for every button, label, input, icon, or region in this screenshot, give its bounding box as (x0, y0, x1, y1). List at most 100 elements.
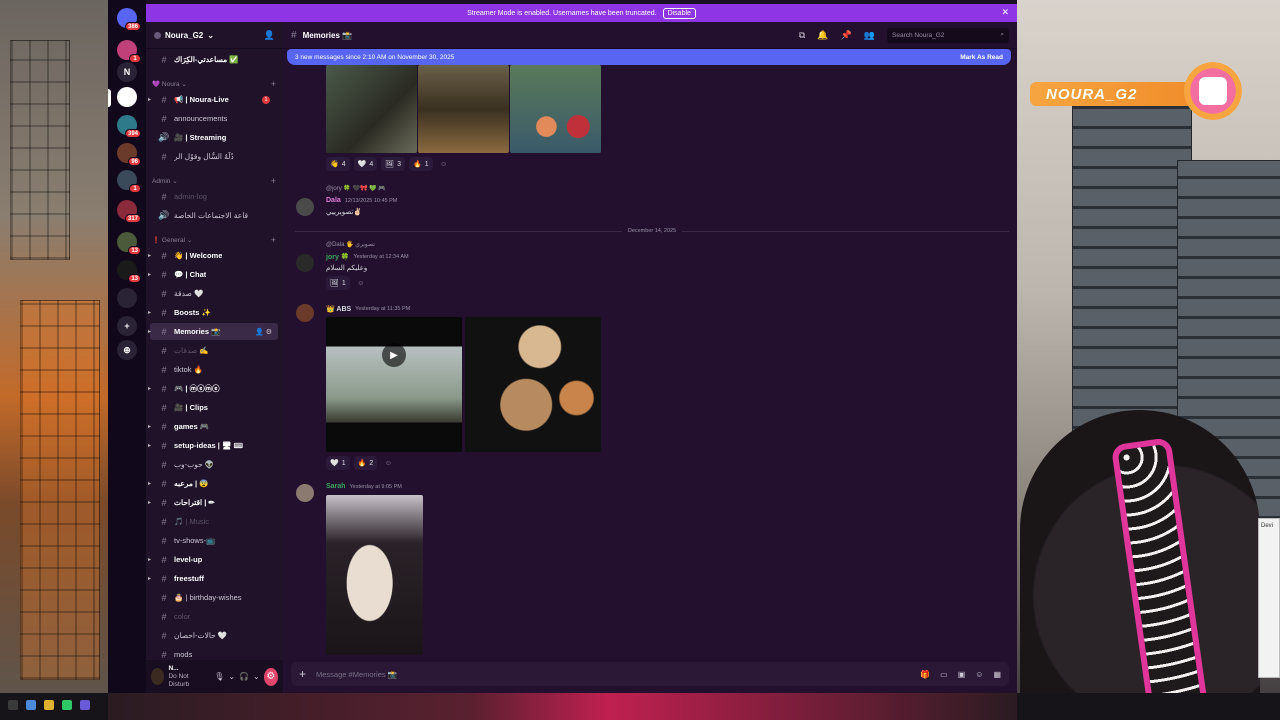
server-icon[interactable]: ⊕ (117, 340, 137, 360)
message-author[interactable]: jory 🍀 (326, 253, 350, 261)
pin-icon[interactable]: 📌 (841, 30, 852, 41)
channel-item[interactable]: # tiktok 🔥 (150, 361, 278, 378)
channel-item[interactable]: # 🎵 | Music (150, 513, 278, 530)
channel-item[interactable]: ▸ # games 🎮 (148, 418, 278, 435)
add-channel-icon[interactable]: + (271, 176, 276, 186)
reaction-chip[interactable]: 🤍 1 (326, 456, 350, 470)
search-input[interactable]: Search Noura_G2 ⌕ (887, 27, 1009, 43)
channel-item[interactable]: # مساعدتي-الكِرَاك ✅ (150, 51, 278, 68)
image-attachment[interactable] (510, 65, 601, 153)
expand-arrow-icon[interactable]: ▸ (148, 96, 151, 103)
server-icon[interactable]: 394 (117, 115, 141, 138)
expand-arrow-icon[interactable]: ▸ (148, 385, 151, 392)
channel-item[interactable]: # دُلَّهُ السُّال وقوُل الر (150, 148, 278, 165)
add-attachment-icon[interactable]: + (299, 667, 306, 681)
apps-icon[interactable]: ▦ (993, 670, 1001, 679)
server-icon[interactable]: 13 (117, 232, 141, 255)
reaction-chip[interactable]: 🔥 2 (353, 456, 378, 470)
reaction-chip[interactable]: 🖼 1 (326, 276, 350, 290)
message-author[interactable]: 👑 ABS (326, 305, 351, 313)
channel-settings-icon[interactable]: 👤 ⚙ (255, 328, 272, 336)
taskbar-icon[interactable] (62, 700, 72, 710)
channel-item[interactable]: 🔊 قاعة الاجتماعات الخاصة (150, 207, 278, 224)
expand-arrow-icon[interactable]: ▸ (148, 480, 151, 487)
expand-arrow-icon[interactable]: ▸ (148, 556, 151, 563)
channel-category[interactable]: Admin ⌄ + (152, 175, 276, 187)
emoji-icon[interactable]: ☺ (975, 670, 983, 679)
expand-arrow-icon[interactable]: ▸ (148, 499, 151, 506)
channel-item[interactable]: ▸ # Memories 📸 👤 ⚙ (148, 323, 278, 340)
gift-icon[interactable]: 🎁 (920, 670, 930, 679)
taskbar-icon[interactable] (26, 700, 36, 710)
expand-arrow-icon[interactable]: ▸ (148, 423, 151, 430)
channel-item[interactable]: # tv-shows-📺 (150, 532, 278, 549)
chevron-down-icon[interactable]: ⌄ (228, 672, 235, 681)
chevron-down-icon[interactable]: ⌄ (253, 672, 260, 681)
taskbar-icon[interactable] (8, 700, 18, 710)
reply-preview[interactable]: @jory 🍀 🖤🎀 💚 🎮 (326, 185, 386, 192)
server-icon[interactable]: + (117, 316, 137, 336)
guild-header[interactable]: Noura_G2 ⌄ 👤 (146, 22, 283, 49)
mark-as-read-button[interactable]: Mark As Read (960, 54, 1003, 61)
image-attachment[interactable] (326, 65, 417, 153)
channel-item[interactable]: ▸ # 🎮 | ⓜⓔⓜⓔ (148, 380, 278, 397)
new-messages-bar[interactable]: 3 new messages since 2:10 AM on November… (287, 49, 1011, 65)
message-input[interactable]: Message #Memories 📸 (316, 670, 397, 679)
add-reaction-icon[interactable]: ☺ (381, 456, 395, 470)
image-attachment[interactable] (326, 495, 423, 655)
channel-item[interactable]: ▸ # 📢 | Noura-Live 1 (148, 91, 278, 108)
add-channel-icon[interactable]: + (271, 79, 276, 89)
threads-icon[interactable]: ⧉ (799, 30, 805, 41)
bell-icon[interactable]: 🔔 (817, 30, 828, 41)
close-icon[interactable]: ✕ (1001, 7, 1009, 18)
channel-item[interactable]: # 🎥 | Clips (150, 399, 278, 416)
expand-arrow-icon[interactable]: ▸ (148, 442, 151, 449)
server-icon[interactable]: 96 (117, 143, 141, 166)
channel-item[interactable]: # 🎂 | birthday-wishes (150, 589, 278, 606)
reaction-chip[interactable]: 🔥 1 (409, 157, 433, 171)
server-icon[interactable] (117, 87, 137, 107)
play-icon[interactable]: ▶ (382, 343, 406, 367)
channel-item[interactable]: ▸ # مرعبه | 😨 (148, 475, 278, 492)
reaction-chip[interactable]: 🤍 4 (353, 157, 378, 171)
channel-item[interactable]: ▸ # 💬 | Chat (148, 266, 278, 283)
channel-item[interactable]: # صدقة 🤍 (150, 285, 278, 302)
add-reaction-icon[interactable]: ☺ (354, 276, 368, 290)
server-icon[interactable]: 317 (117, 200, 141, 223)
microphone-icon[interactable]: 🎙 (214, 672, 224, 681)
expand-arrow-icon[interactable]: ▸ (148, 309, 151, 316)
sticker-icon[interactable]: ▣ (958, 670, 966, 679)
image-attachment[interactable] (418, 65, 509, 153)
avatar[interactable] (151, 668, 165, 685)
reaction-chip[interactable]: 👋 4 (326, 157, 350, 171)
headphones-icon[interactable]: 🎧 (239, 672, 249, 681)
taskbar-icon[interactable] (80, 700, 90, 710)
channel-item[interactable]: 🔊 🎥 | Streaming (150, 129, 278, 146)
members-icon[interactable]: 👥 (864, 30, 875, 41)
channel-category[interactable]: ❗ General ⌄ + (152, 234, 276, 246)
avatar[interactable] (296, 254, 314, 272)
expand-arrow-icon[interactable]: ▸ (148, 328, 151, 335)
channel-item[interactable]: # admin-log (150, 188, 278, 205)
avatar[interactable] (296, 484, 314, 502)
channel-category[interactable]: 💜 Noura ⌄ + (152, 78, 276, 90)
server-icon[interactable]: 1 (117, 170, 141, 193)
channel-item[interactable]: ▸ # setup-ideas | 🖥 ⌨ (148, 437, 278, 454)
channel-item[interactable]: # حوب-وب 👽 (150, 456, 278, 473)
channel-item[interactable]: # color (150, 608, 278, 625)
channel-item[interactable]: ▸ # level-up (148, 551, 278, 568)
server-icon[interactable]: 1 (117, 40, 141, 63)
expand-arrow-icon[interactable]: ▸ (148, 271, 151, 278)
server-icon[interactable] (117, 288, 137, 308)
gif-icon[interactable]: ▭ (940, 670, 948, 679)
avatar[interactable] (296, 304, 314, 322)
message-author[interactable]: Dala (326, 197, 341, 204)
add-channel-icon[interactable]: + (271, 235, 276, 245)
server-icon[interactable]: N (117, 62, 137, 82)
channel-item[interactable]: # announcements (150, 110, 278, 127)
server-icon[interactable]: 13 (117, 260, 141, 283)
reply-preview[interactable]: @Dala 🖐 تصويري (326, 241, 375, 248)
channel-item[interactable]: # صدقات ✍ (150, 342, 278, 359)
server-icon[interactable]: 386 (117, 8, 141, 31)
channel-item[interactable]: ▸ # freestuff (148, 570, 278, 587)
